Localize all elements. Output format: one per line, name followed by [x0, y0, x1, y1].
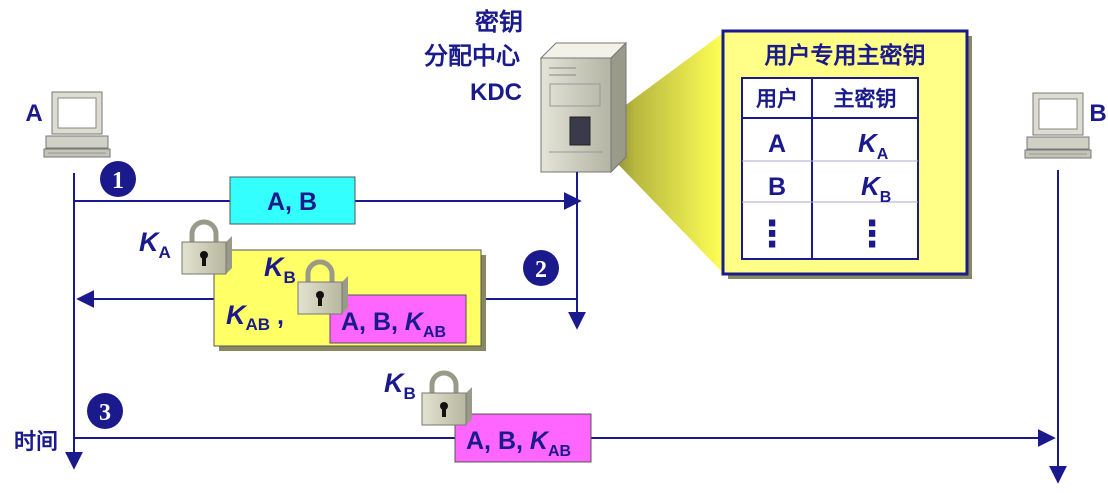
step-3-key-label: KB — [384, 368, 416, 403]
host-b-label: B — [1089, 100, 1106, 127]
kdc-title-line1: 密钥 — [475, 8, 523, 36]
key-table-key-ellipsis: ⋮ — [854, 213, 890, 254]
computer-icon — [43, 91, 111, 158]
step-1-message: A, B — [267, 188, 317, 216]
kdc-diagram: 密钥 分配中心 KDC A B 时间 1 A, B 2 A, B, KAB KA… — [14, 8, 1107, 484]
step-3-number: 3 — [99, 400, 111, 426]
key-table-user-b: B — [768, 173, 786, 201]
kdc-title-line3: KDC — [470, 79, 522, 106]
host-a-label: A — [25, 100, 42, 127]
step-2-outer-key-label: KA — [139, 227, 171, 262]
step-1-number: 1 — [112, 168, 124, 194]
lock-icon — [421, 370, 472, 426]
key-table-user-ellipsis: ⋮ — [754, 213, 790, 254]
key-table-user-a: A — [768, 130, 786, 158]
step-2-number: 2 — [535, 257, 547, 283]
key-table-title: 用户专用主密钥 — [765, 42, 926, 69]
server-icon — [539, 41, 628, 174]
kdc-title-line2: 分配中心 — [424, 42, 520, 70]
computer-icon — [1024, 92, 1092, 159]
key-table-header-user: 用户 — [756, 87, 798, 111]
time-label: 时间 — [14, 430, 58, 455]
lock-icon — [181, 219, 232, 275]
key-table-header-key: 主密钥 — [834, 87, 897, 111]
